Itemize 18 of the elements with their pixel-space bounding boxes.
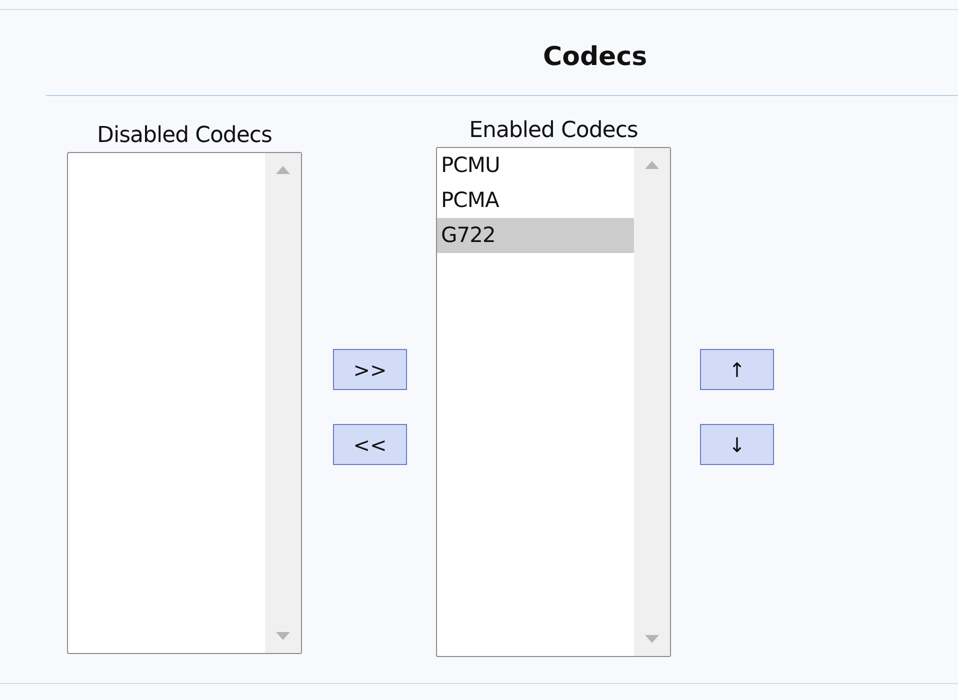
scroll-up-icon[interactable] (276, 166, 290, 174)
section-title: Codecs (543, 41, 648, 74)
list-label: Enabled Codecs (469, 117, 638, 145)
scroll-down-icon[interactable] (276, 632, 290, 640)
list-item[interactable]: PCMU (437, 148, 634, 183)
codec-listbox[interactable] (67, 152, 302, 654)
list-item[interactable]: G722 (437, 218, 634, 253)
move-button[interactable]: >> (333, 349, 407, 390)
codec-listbox[interactable]: PCMU PCMA G722 (436, 147, 671, 657)
list-item[interactable]: PCMA (437, 183, 634, 218)
scrollbar[interactable] (265, 153, 301, 653)
scrollbar[interactable] (634, 148, 670, 656)
list-label: Disabled Codecs (97, 122, 272, 150)
scroll-down-icon[interactable] (645, 635, 659, 643)
reorder-button[interactable]: ↑ (700, 349, 774, 390)
scroll-up-icon[interactable] (645, 161, 659, 169)
move-button[interactable]: << (333, 424, 407, 465)
reorder-button[interactable]: ↓ (700, 424, 774, 465)
